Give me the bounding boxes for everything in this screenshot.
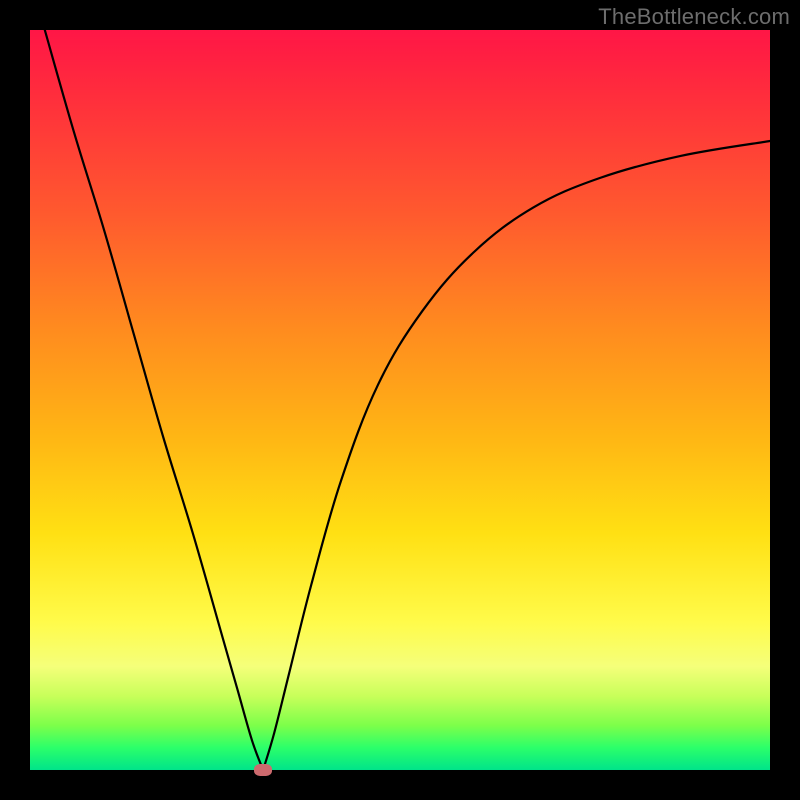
plot-area: [30, 30, 770, 770]
chart-frame: TheBottleneck.com: [0, 0, 800, 800]
bottleneck-marker: [254, 764, 272, 776]
curve-left-branch: [45, 30, 263, 770]
watermark-text: TheBottleneck.com: [598, 4, 790, 30]
bottleneck-curve: [30, 30, 770, 770]
curve-right-branch: [263, 141, 770, 770]
